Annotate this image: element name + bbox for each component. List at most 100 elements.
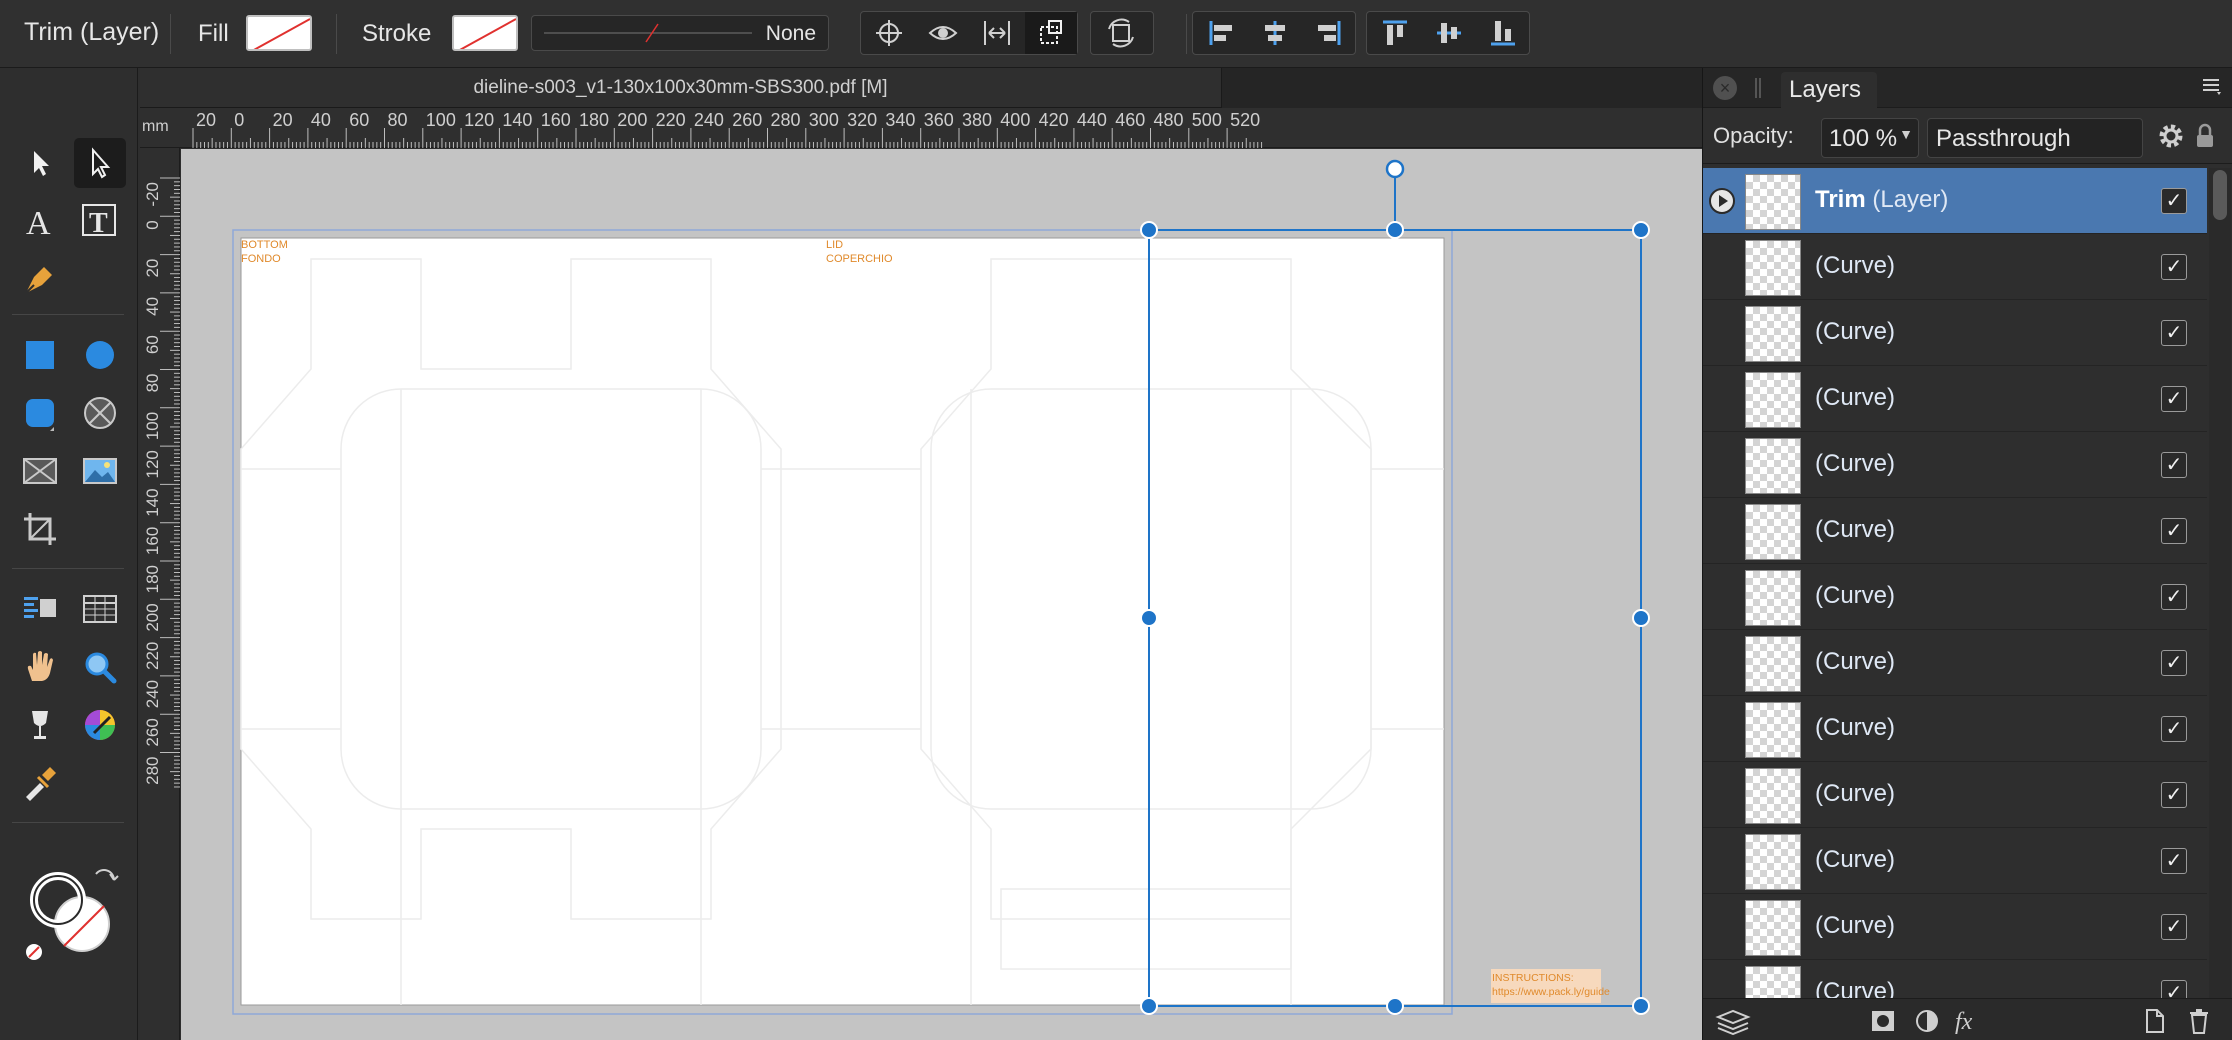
mask-layer-icon[interactable] [1869,1007,1897,1035]
color-well[interactable] [18,860,128,970]
layer-visibility-checkbox[interactable]: ✓ [2161,980,2187,1000]
ellipse-tool[interactable] [74,330,126,380]
place-image-tool[interactable] [74,446,126,496]
fill-stroke-swatch-icon [26,869,119,960]
node-tool[interactable] [74,138,126,188]
layer-row[interactable]: (Curve) ✓ [1703,432,2207,498]
frame-text-tool[interactable]: T [74,196,126,246]
transform-origin-button[interactable] [863,12,915,54]
layer-visibility-checkbox[interactable]: ✓ [2161,848,2187,874]
trash-icon[interactable] [2187,1007,2211,1035]
resize-handle[interactable] [1632,609,1650,627]
layer-visibility-checkbox[interactable]: ✓ [2161,188,2187,214]
layer-row[interactable]: (Curve) ✓ [1703,762,2207,828]
table-text-tool[interactable] [14,584,66,634]
bottom-label: BOTTOM FONDO [241,238,288,266]
artistic-text-tool[interactable]: A [14,196,66,246]
layer-row[interactable]: (Curve) ✓ [1703,630,2207,696]
layer-visibility-checkbox[interactable]: ✓ [2161,650,2187,676]
resize-handle[interactable] [1632,221,1650,239]
expand-layer-icon[interactable] [1709,188,1735,214]
zoom-tool[interactable] [74,642,126,692]
opacity-input[interactable]: 100 % ▼ [1821,118,1919,158]
document-tab[interactable]: dieline-s003_v1-130x100x30mm-SBS300.pdf … [140,68,1222,108]
stroke-swatch[interactable] [452,15,518,51]
resize-handle[interactable] [1140,609,1158,627]
picture-frame-tool[interactable] [14,446,66,496]
rounded-rect-tool[interactable] [14,388,66,438]
rotation-handle[interactable] [1385,159,1405,179]
table-tool[interactable] [74,584,126,634]
panel-grip-icon[interactable] [1753,78,1763,98]
color-picker-tool[interactable] [74,700,126,750]
align-handles-button[interactable] [971,12,1023,54]
move-tool[interactable] [14,138,66,188]
document-canvas[interactable]: BOTTOM FONDO LID COPERCHIO INSTRUCTIONS:… [181,149,1702,1040]
tab-bar-empty [1222,68,1702,108]
horizontal-ruler[interactable]: mm 20 0 20 40 60 80 100 120 140 160 180 200 220 240 26… [140,108,1702,148]
add-layer-icon[interactable] [2143,1007,2167,1035]
ruler-label: 260 [143,718,162,746]
layer-row[interactable]: (Curve) ✓ [1703,234,2207,300]
layers-scrollbar[interactable] [2209,168,2231,1000]
ruler-label: 200 [143,603,162,631]
layer-row[interactable]: (Curve) ✓ [1703,828,2207,894]
crop-tool[interactable] [14,504,66,554]
layer-visibility-checkbox[interactable]: ✓ [2161,914,2187,940]
show-transform-button[interactable] [917,12,969,54]
layer-row[interactable]: Trim (Layer) ✓ [1703,168,2207,234]
fill-tool[interactable] [14,700,66,750]
gear-icon[interactable] [2157,122,2185,150]
layer-stack-icon[interactable] [1715,1007,1751,1035]
layer-visibility-checkbox[interactable]: ✓ [2161,254,2187,280]
view-tool[interactable] [14,642,66,692]
layer-row[interactable]: (Curve) ✓ [1703,696,2207,762]
resize-handle[interactable] [1632,997,1650,1015]
fx-icon[interactable]: fx [1953,1007,1987,1035]
stroke-width-control[interactable]: None [531,15,829,51]
layers-tab[interactable]: Layers [1781,72,1877,108]
donut-tool[interactable] [74,388,126,438]
layer-row[interactable]: (Curve) ✓ [1703,366,2207,432]
lock-icon[interactable] [2193,122,2217,150]
layer-visibility-checkbox[interactable]: ✓ [2161,320,2187,346]
layer-row[interactable]: (Curve) ✓ [1703,564,2207,630]
resize-handle[interactable] [1386,221,1404,239]
layer-row[interactable]: (Curve) ✓ [1703,894,2207,960]
layer-visibility-checkbox[interactable]: ✓ [2161,518,2187,544]
align-right-button[interactable] [1303,12,1355,54]
align-middle-button[interactable] [1423,12,1475,54]
layer-row[interactable]: (Curve) ✓ [1703,300,2207,366]
resize-handle[interactable] [1386,997,1404,1015]
ruler-label: 480 [1154,110,1184,130]
layer-thumbnail [1745,900,1801,956]
resize-handle[interactable] [1140,997,1158,1015]
adjustment-icon[interactable] [1913,1007,1941,1035]
panel-close-icon[interactable]: × [1713,76,1737,100]
layer-visibility-checkbox[interactable]: ✓ [2161,782,2187,808]
rectangle-tool[interactable] [14,330,66,380]
align-top-button[interactable] [1369,12,1421,54]
snapping-button[interactable] [1025,12,1077,54]
opacity-dropdown-icon[interactable]: ▼ [1899,126,1913,142]
fill-swatch[interactable] [246,15,312,51]
panel-menu-icon[interactable] [2201,76,2223,96]
layer-visibility-checkbox[interactable]: ✓ [2161,386,2187,412]
layer-visibility-checkbox[interactable]: ✓ [2161,716,2187,742]
scrollbar-thumb[interactable] [2213,170,2227,220]
eyedropper-tool[interactable] [14,758,66,808]
layer-visibility-checkbox[interactable]: ✓ [2161,452,2187,478]
resize-handle[interactable] [1140,221,1158,239]
blend-mode-select[interactable]: Passthrough [1927,118,2143,158]
layer-row[interactable]: (Curve) ✓ [1703,960,2207,1000]
vertical-ruler[interactable]: -20 0 20 40 60 80 100 120 140 160 180 200 220 240 260 2… [140,148,180,1040]
align-left-button[interactable] [1195,12,1247,54]
pen-tool[interactable] [14,254,66,304]
layer-thumbnail [1745,768,1801,824]
layer-row[interactable]: (Curve) ✓ [1703,498,2207,564]
align-center-button[interactable] [1249,12,1301,54]
layer-thumbnail [1745,702,1801,758]
align-bottom-button[interactable] [1477,12,1529,54]
transform-rotate-button[interactable] [1095,12,1147,54]
layer-visibility-checkbox[interactable]: ✓ [2161,584,2187,610]
